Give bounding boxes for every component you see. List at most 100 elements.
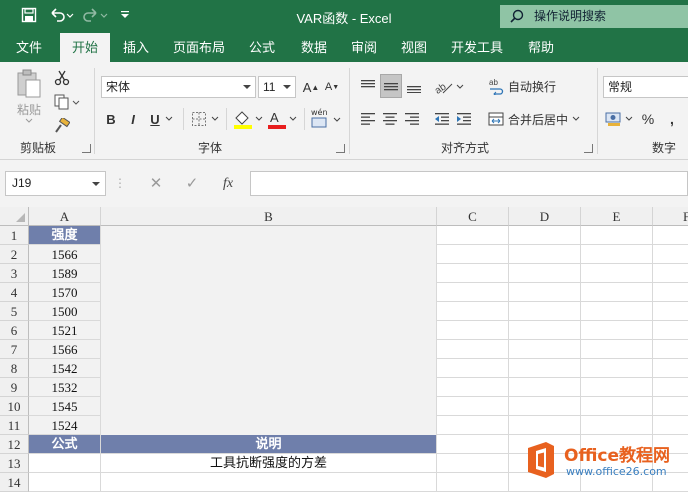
paste-button[interactable]: 粘贴 xyxy=(12,68,46,124)
empty-cell[interactable] xyxy=(581,359,653,378)
empty-cell[interactable] xyxy=(581,264,653,283)
align-right-button[interactable] xyxy=(402,108,422,130)
empty-cell[interactable] xyxy=(653,283,688,302)
cell-a1[interactable]: 强度 xyxy=(29,226,101,245)
number-format-combo[interactable]: 常规 xyxy=(603,76,688,98)
tab-developer[interactable]: 开发工具 xyxy=(444,33,510,62)
empty-cell[interactable] xyxy=(653,397,688,416)
empty-cell[interactable] xyxy=(581,302,653,321)
tab-view[interactable]: 视图 xyxy=(392,33,436,62)
tab-review[interactable]: 审阅 xyxy=(342,33,386,62)
empty-cell[interactable] xyxy=(653,264,688,283)
empty-cell[interactable] xyxy=(509,397,581,416)
empty-cell[interactable] xyxy=(509,245,581,264)
clipboard-launcher-icon[interactable] xyxy=(82,144,91,153)
cell-a2[interactable]: 1566 xyxy=(29,245,101,264)
empty-cell[interactable] xyxy=(437,321,509,340)
row-header[interactable]: 10 xyxy=(0,397,29,416)
empty-cell[interactable] xyxy=(653,321,688,340)
name-box[interactable]: J19 xyxy=(5,171,106,196)
font-size-combo[interactable]: 11 xyxy=(258,76,296,98)
copy-button[interactable] xyxy=(52,92,82,112)
bold-button[interactable]: B xyxy=(102,108,120,130)
align-bottom-button[interactable] xyxy=(404,74,424,98)
tab-help[interactable]: 帮助 xyxy=(518,33,564,62)
align-center-button[interactable] xyxy=(380,108,400,130)
empty-cell[interactable] xyxy=(437,378,509,397)
cell-a5[interactable]: 1500 xyxy=(29,302,101,321)
borders-button[interactable] xyxy=(190,108,222,130)
empty-cell[interactable] xyxy=(581,340,653,359)
column-header-c[interactable]: C xyxy=(437,207,509,226)
empty-cell[interactable] xyxy=(437,264,509,283)
empty-cell[interactable] xyxy=(509,226,581,245)
row-header[interactable]: 12 xyxy=(0,435,29,454)
empty-cell[interactable] xyxy=(437,226,509,245)
empty-cell[interactable] xyxy=(581,283,653,302)
cell-a6[interactable]: 1521 xyxy=(29,321,101,340)
font-launcher-icon[interactable] xyxy=(336,144,345,153)
empty-cell[interactable] xyxy=(653,416,688,435)
fill-color-button[interactable] xyxy=(232,108,266,130)
empty-cell[interactable] xyxy=(509,378,581,397)
empty-cell[interactable] xyxy=(581,416,653,435)
tab-file[interactable]: 文件 xyxy=(6,33,52,62)
column-header-d[interactable]: D xyxy=(509,207,581,226)
cut-button[interactable] xyxy=(52,68,72,88)
row-header[interactable]: 14 xyxy=(0,473,29,492)
row-header[interactable]: 8 xyxy=(0,359,29,378)
align-top-button[interactable] xyxy=(358,74,378,98)
align-middle-button[interactable] xyxy=(380,74,402,98)
font-name-combo[interactable]: 宋体 xyxy=(101,76,256,98)
percent-button[interactable]: % xyxy=(638,108,658,130)
empty-cell[interactable] xyxy=(653,359,688,378)
cell-a13[interactable] xyxy=(29,454,101,473)
italic-button[interactable]: I xyxy=(124,108,142,130)
underline-button[interactable]: U xyxy=(146,108,178,130)
row-header[interactable]: 1 xyxy=(0,226,29,245)
empty-cell[interactable] xyxy=(437,359,509,378)
tell-me-search[interactable]: 操作说明搜索 xyxy=(500,5,688,28)
empty-cell[interactable] xyxy=(437,435,509,454)
tab-insert[interactable]: 插入 xyxy=(114,33,158,62)
empty-cell[interactable] xyxy=(437,283,509,302)
insert-function-button[interactable]: fx xyxy=(214,171,242,196)
alignment-launcher-icon[interactable] xyxy=(584,144,593,153)
column-header-a[interactable]: A xyxy=(29,207,101,226)
row-header[interactable]: 3 xyxy=(0,264,29,283)
font-color-button[interactable]: A xyxy=(266,108,300,130)
tab-page-layout[interactable]: 页面布局 xyxy=(166,33,232,62)
decrease-indent-button[interactable] xyxy=(432,108,452,130)
orientation-button[interactable]: ab xyxy=(432,74,466,98)
cell-b12[interactable]: 说明 xyxy=(101,435,437,454)
cell-b13[interactable]: 工具抗断强度的方差 xyxy=(101,454,437,473)
empty-cell[interactable] xyxy=(437,397,509,416)
comma-button[interactable]: , xyxy=(662,108,682,130)
empty-cell[interactable] xyxy=(653,302,688,321)
empty-cell[interactable] xyxy=(509,340,581,359)
cell-a14[interactable] xyxy=(29,473,101,492)
column-header-b[interactable]: B xyxy=(101,207,437,226)
row-header[interactable]: 4 xyxy=(0,283,29,302)
row-header[interactable]: 9 xyxy=(0,378,29,397)
cell-a11[interactable]: 1524 xyxy=(29,416,101,435)
cell-a12[interactable]: 公式 xyxy=(29,435,101,454)
empty-cell[interactable] xyxy=(509,359,581,378)
empty-cell[interactable] xyxy=(653,340,688,359)
empty-cell[interactable] xyxy=(581,321,653,340)
align-left-button[interactable] xyxy=(358,108,378,130)
empty-cell[interactable] xyxy=(437,302,509,321)
wrap-text-button[interactable]: ab 自动换行 xyxy=(488,74,560,98)
row-header[interactable]: 13 xyxy=(0,454,29,473)
row-header[interactable]: 6 xyxy=(0,321,29,340)
merge-center-button[interactable]: 合并后居中 xyxy=(488,108,584,130)
empty-cell[interactable] xyxy=(581,226,653,245)
empty-cell[interactable] xyxy=(437,473,509,492)
column-header-e[interactable]: E xyxy=(581,207,653,226)
format-painter-button[interactable] xyxy=(52,116,72,136)
cell-b1-b11-merged[interactable] xyxy=(101,226,437,435)
empty-cell[interactable] xyxy=(509,416,581,435)
shrink-font-button[interactable]: A ▼ xyxy=(322,76,342,98)
cancel-edit-button[interactable]: ✕ xyxy=(142,171,170,196)
cell-a3[interactable]: 1589 xyxy=(29,264,101,283)
